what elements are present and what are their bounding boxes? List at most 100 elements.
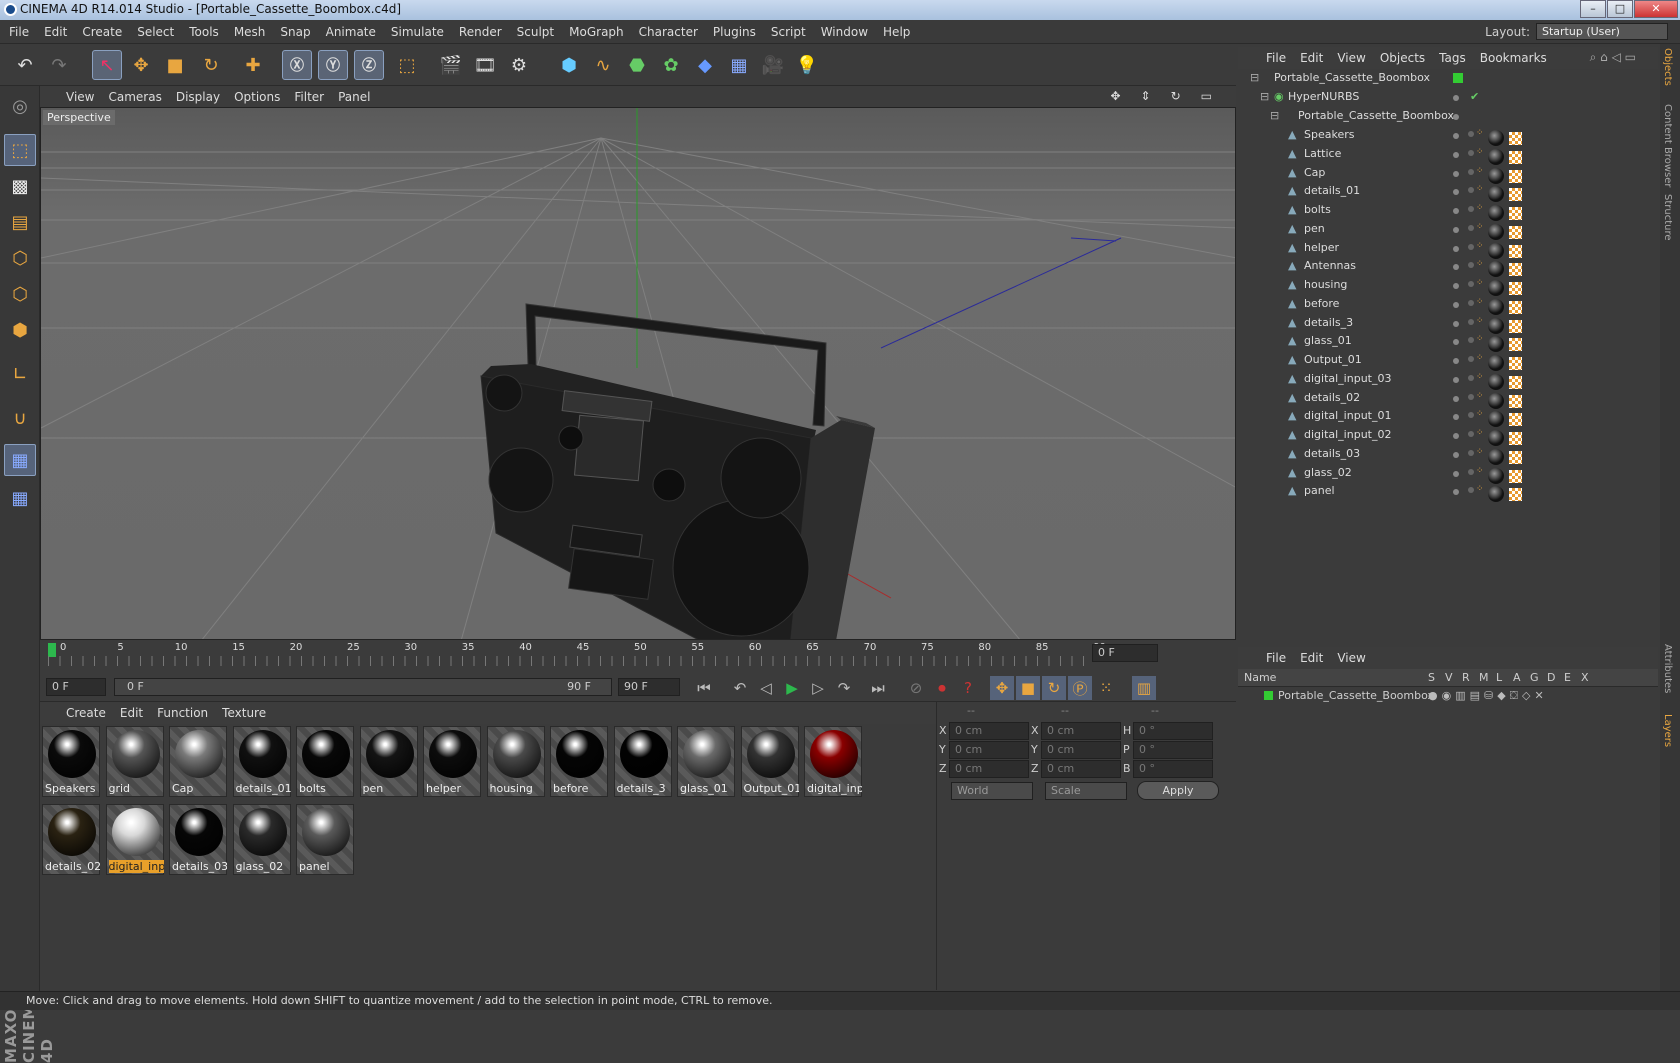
object-menu-file[interactable]: File xyxy=(1266,51,1286,65)
coord-value-field[interactable]: 0 cm xyxy=(949,760,1029,778)
material-thumbnail[interactable]: details_01 xyxy=(232,726,291,797)
material-thumbnail[interactable]: digital_inp xyxy=(804,726,862,797)
phong-tag-icon[interactable]: ⁘ xyxy=(1476,278,1484,288)
material-menu-texture[interactable]: Texture xyxy=(222,706,266,720)
texture-mode-icon[interactable]: ▩ xyxy=(4,170,36,202)
material-thumbnail[interactable]: grid xyxy=(105,726,164,797)
model-mode-icon[interactable]: ⬚ xyxy=(4,134,36,166)
phong-tag-icon[interactable]: ⁘ xyxy=(1476,334,1484,344)
object-row-root[interactable]: ⊟ Portable_Cassette_Boombox xyxy=(1238,71,1658,91)
perspective-viewport[interactable]: Perspective xyxy=(40,107,1236,640)
object-row[interactable]: ▲ details_3 ⁘ xyxy=(1238,316,1658,336)
viewport-orbit-icon[interactable]: ↻ xyxy=(1171,89,1181,103)
material-tag-icon[interactable] xyxy=(1488,355,1504,371)
render-view-icon[interactable]: 🎬 xyxy=(436,50,466,80)
tab-content-browser[interactable]: Content Browser xyxy=(1662,104,1673,187)
object-row[interactable]: ▲ helper ⁘ xyxy=(1238,241,1658,261)
collapse-icon[interactable]: ⊟ xyxy=(1270,109,1279,122)
render-dot[interactable] xyxy=(1468,131,1474,137)
render-dot[interactable] xyxy=(1468,487,1474,494)
z-axis-lock-icon[interactable]: Ⓩ xyxy=(354,50,384,80)
menu-mesh[interactable]: Mesh xyxy=(234,25,266,39)
record-icon[interactable]: ⏺ xyxy=(930,676,954,700)
object-row[interactable]: ▲ Output_01 ⁘ xyxy=(1238,353,1658,373)
material-thumbnail[interactable]: details_3 xyxy=(613,726,672,797)
collapse-icon[interactable]: ⊟ xyxy=(1260,90,1269,103)
menu-window[interactable]: Window xyxy=(821,25,868,39)
close-button[interactable]: ✕ xyxy=(1634,0,1678,18)
material-tag-icon[interactable] xyxy=(1488,242,1504,259)
snap-magnet-icon[interactable]: ∪ xyxy=(4,402,36,434)
material-tag-icon[interactable] xyxy=(1488,336,1504,353)
phong-tag-icon[interactable]: ⁘ xyxy=(1476,353,1484,363)
object-row[interactable]: ▲ digital_input_01 ⁘ xyxy=(1238,409,1658,429)
key-parameter-icon[interactable]: Ⓟ xyxy=(1068,676,1092,700)
viewport-menu-filter[interactable]: Filter xyxy=(294,90,324,104)
coord-value-field[interactable]: 0 cm xyxy=(949,741,1029,759)
uvw-tag-icon[interactable] xyxy=(1509,188,1522,202)
render-dot[interactable] xyxy=(1468,468,1474,475)
material-tag-icon[interactable] xyxy=(1488,223,1504,240)
render-dot[interactable] xyxy=(1468,449,1474,456)
menu-mograph[interactable]: MoGraph xyxy=(569,25,624,39)
camera-icon[interactable]: 🎥 xyxy=(758,50,788,80)
edges-mode-icon[interactable]: ⬡ xyxy=(4,278,36,310)
material-thumbnail[interactable]: Cap xyxy=(169,726,227,797)
object-row[interactable]: ▲ Cap ⁘ xyxy=(1238,166,1658,186)
array-icon[interactable]: ✿ xyxy=(656,50,686,80)
render-dot[interactable] xyxy=(1468,149,1474,156)
phong-tag-icon[interactable]: ⁘ xyxy=(1476,428,1484,438)
visibility-dot[interactable] xyxy=(1453,414,1459,421)
uvw-tag-icon[interactable] xyxy=(1509,338,1522,352)
uvw-tag-icon[interactable] xyxy=(1509,469,1522,483)
visibility-dot[interactable] xyxy=(1453,151,1459,158)
visibility-dot[interactable] xyxy=(1453,320,1459,327)
visibility-dot[interactable] xyxy=(1453,95,1459,101)
phong-tag-icon[interactable]: ⁘ xyxy=(1476,484,1484,494)
viewport-menu-display[interactable]: Display xyxy=(176,90,220,104)
uvw-tag-icon[interactable] xyxy=(1509,375,1522,389)
menu-script[interactable]: Script xyxy=(771,25,806,39)
layer-column-header[interactable]: L xyxy=(1496,671,1502,684)
visibility-dot[interactable] xyxy=(1453,245,1459,252)
material-tag-icon[interactable] xyxy=(1488,430,1504,446)
visibility-dot[interactable] xyxy=(1453,208,1459,214)
uvw-tag-icon[interactable] xyxy=(1509,357,1522,370)
menu-simulate[interactable]: Simulate xyxy=(391,25,444,39)
uvw-tag-icon[interactable] xyxy=(1509,132,1522,145)
object-row[interactable]: ▲ Antennas ⁘ xyxy=(1238,259,1658,279)
visibility-dot[interactable] xyxy=(1453,133,1459,139)
workplane-mode-icon[interactable]: ▤ xyxy=(4,206,36,238)
menu-render[interactable]: Render xyxy=(459,25,502,39)
menu-edit[interactable]: Edit xyxy=(44,25,67,39)
layer-column-header[interactable]: R xyxy=(1462,671,1470,684)
coord-value-field[interactable]: 0 cm xyxy=(1041,741,1121,759)
live-selection-icon[interactable]: ↖ xyxy=(92,50,122,80)
layer-column-header[interactable]: G xyxy=(1530,671,1539,684)
nurbs-icon[interactable]: ⬣ xyxy=(622,50,652,80)
layer-column-header[interactable]: M xyxy=(1479,671,1489,684)
coordinate-system-icon[interactable]: ⬚ xyxy=(392,50,422,80)
layer-menu-edit[interactable]: Edit xyxy=(1300,651,1323,665)
scale-dropdown[interactable]: Scale xyxy=(1045,782,1127,800)
phong-tag-icon[interactable]: ⁘ xyxy=(1476,222,1484,232)
world-dropdown[interactable]: World xyxy=(951,782,1033,800)
render-picture-viewer-icon[interactable]: 🎞 xyxy=(470,50,500,80)
uvw-tag-icon[interactable] xyxy=(1509,263,1522,277)
menu-character[interactable]: Character xyxy=(639,25,698,39)
visibility-dot[interactable] xyxy=(1453,114,1459,120)
minimize-button[interactable]: – xyxy=(1580,0,1606,18)
phong-tag-icon[interactable]: ⁘ xyxy=(1476,297,1484,307)
key-position-icon[interactable]: ✥ xyxy=(990,676,1014,700)
spline-pen-icon[interactable]: ∿ xyxy=(588,50,618,80)
material-thumbnail[interactable]: before xyxy=(550,726,608,797)
uvw-tag-icon[interactable] xyxy=(1509,244,1522,258)
phong-tag-icon[interactable]: ⁘ xyxy=(1476,447,1484,457)
layout-dropdown[interactable]: Startup (User) xyxy=(1536,23,1668,40)
tab-structure[interactable]: Structure xyxy=(1662,194,1673,241)
material-thumbnail[interactable]: glass_02 xyxy=(232,804,291,875)
object-row[interactable]: ▲ details_01 ⁘ xyxy=(1238,184,1658,204)
layer-flag-icons[interactable]: ●◉▥▤⛁◆⛋◇✕ xyxy=(1428,689,1548,703)
uvw-tag-icon[interactable] xyxy=(1509,300,1522,314)
viewport-menu-panel[interactable]: Panel xyxy=(338,90,370,104)
